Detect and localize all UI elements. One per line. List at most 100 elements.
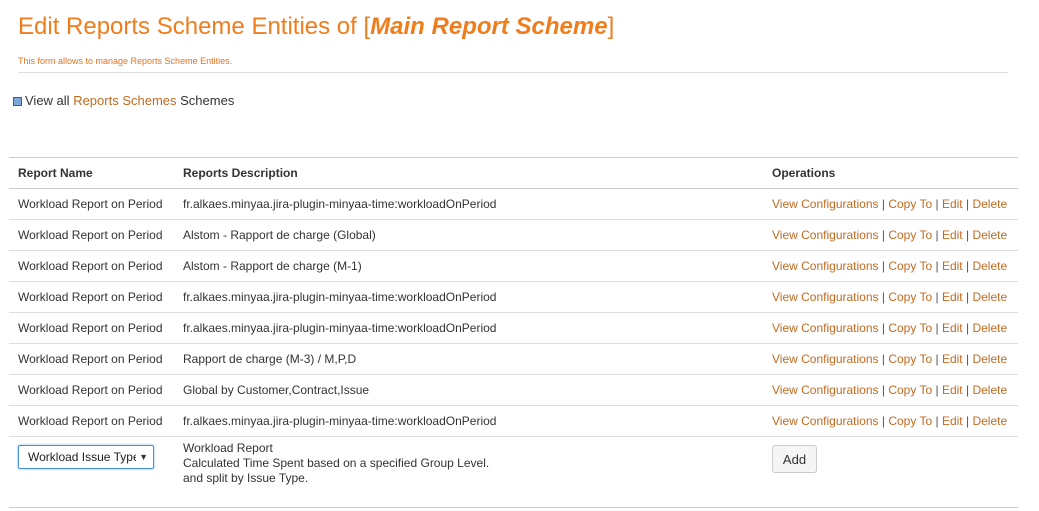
table-row: Workload Report on Period Alstom - Rappor…	[9, 219, 1018, 251]
report-description-cell: Alstom - Rapport de charge (Global)	[174, 219, 763, 251]
operation-separator: |	[881, 352, 885, 366]
operation-separator: |	[965, 290, 970, 304]
operations-cell: View Configurations | Copy To | Edit | D…	[763, 281, 1018, 313]
operations-cell: View Configurations | Copy To | Edit | D…	[763, 374, 1018, 406]
edit-link[interactable]: Edit	[942, 352, 963, 366]
page-title-suffix: ]	[607, 13, 615, 40]
delete-link[interactable]: Delete	[972, 352, 1007, 366]
report-name-cell: Workload Report on Period	[9, 219, 174, 251]
delete-link[interactable]: Delete	[972, 414, 1007, 428]
operation-separator: |	[965, 352, 970, 366]
copy-to-link[interactable]: Copy To	[888, 414, 932, 428]
copy-to-link[interactable]: Copy To	[888, 321, 932, 335]
operation-separator: |	[965, 197, 970, 211]
edit-link[interactable]: Edit	[942, 383, 963, 397]
operation-separator: |	[881, 228, 885, 242]
table-header-row: Report Name Reports Description Operatio…	[9, 157, 1018, 189]
view-all-prefix: View all	[25, 93, 70, 108]
operation-separator: |	[935, 414, 939, 428]
report-name-cell: Workload Report on Period	[9, 343, 174, 375]
operation-separator: |	[881, 259, 885, 273]
add-entity-row: Workload Issue Type ▼ Workload Report Ca…	[9, 436, 1018, 508]
view-configurations-link[interactable]: View Configurations	[772, 197, 879, 211]
copy-to-link[interactable]: Copy To	[888, 290, 932, 304]
operation-separator: |	[935, 290, 939, 304]
operation-separator: |	[881, 383, 885, 397]
view-configurations-link[interactable]: View Configurations	[772, 414, 879, 428]
operation-separator: |	[881, 414, 885, 428]
view-configurations-link[interactable]: View Configurations	[772, 259, 879, 273]
operation-separator: |	[965, 228, 970, 242]
table-row: Workload Report on Period fr.alkaes.minya…	[9, 312, 1018, 344]
delete-link[interactable]: Delete	[972, 290, 1007, 304]
operation-separator: |	[965, 259, 970, 273]
page-title: Edit Reports Scheme Entities of [Main Re…	[18, 11, 614, 43]
add-description-line: and split by Issue Type.	[183, 471, 309, 485]
view-configurations-link[interactable]: View Configurations	[772, 321, 879, 335]
table-row: Workload Report on Period fr.alkaes.minya…	[9, 405, 1018, 437]
report-description-cell: Rapport de charge (M-3) / M,P,D	[174, 343, 763, 375]
delete-link[interactable]: Delete	[972, 197, 1007, 211]
page-title-prefix: Edit Reports Scheme Entities of [	[18, 13, 371, 40]
view-configurations-link[interactable]: View Configurations	[772, 290, 879, 304]
operation-separator: |	[935, 321, 939, 335]
operation-separator: |	[935, 228, 939, 242]
view-all-schemes: View all Reports Schemes Schemes	[13, 93, 234, 108]
operations-cell: View Configurations | Copy To | Edit | D…	[763, 405, 1018, 437]
edit-link[interactable]: Edit	[942, 228, 963, 242]
table-row: Workload Report on Period fr.alkaes.minya…	[9, 188, 1018, 220]
operation-separator: |	[935, 259, 939, 273]
edit-link[interactable]: Edit	[942, 414, 963, 428]
page-description: This form allows to manage Reports Schem…	[18, 56, 233, 66]
view-all-suffix: Schemes	[180, 93, 235, 108]
copy-to-link[interactable]: Copy To	[888, 197, 932, 211]
report-description-cell: fr.alkaes.minyaa.jira-plugin-minyaa-time…	[174, 405, 763, 437]
operation-separator: |	[935, 352, 939, 366]
delete-link[interactable]: Delete	[972, 228, 1007, 242]
copy-to-link[interactable]: Copy To	[888, 352, 932, 366]
delete-link[interactable]: Delete	[972, 383, 1007, 397]
report-description-cell: Alstom - Rapport de charge (M-1)	[174, 250, 763, 282]
add-button[interactable]: Add	[772, 445, 817, 473]
view-configurations-link[interactable]: View Configurations	[772, 383, 879, 397]
scheme-name: Main Report Scheme	[370, 13, 608, 40]
view-configurations-link[interactable]: View Configurations	[772, 352, 879, 366]
edit-link[interactable]: Edit	[942, 290, 963, 304]
add-report-description: Workload Report Calculated Time Spent ba…	[174, 436, 763, 508]
copy-to-link[interactable]: Copy To	[888, 383, 932, 397]
view-configurations-link[interactable]: View Configurations	[772, 228, 879, 242]
header-divider	[18, 72, 1008, 73]
chevron-down-icon: ▼	[139, 452, 148, 462]
edit-link[interactable]: Edit	[942, 321, 963, 335]
copy-to-link[interactable]: Copy To	[888, 259, 932, 273]
copy-to-link[interactable]: Copy To	[888, 228, 932, 242]
delete-link[interactable]: Delete	[972, 259, 1007, 273]
operations-cell: View Configurations | Copy To | Edit | D…	[763, 219, 1018, 251]
report-name-cell: Workload Report on Period	[9, 374, 174, 406]
operation-separator: |	[881, 321, 885, 335]
report-description-cell: fr.alkaes.minyaa.jira-plugin-minyaa-time…	[174, 312, 763, 344]
operation-separator: |	[965, 414, 970, 428]
reports-schemes-link[interactable]: Reports Schemes	[73, 93, 176, 108]
report-description-cell: Global by Customer,Contract,Issue	[174, 374, 763, 406]
report-description-cell: fr.alkaes.minyaa.jira-plugin-minyaa-time…	[174, 281, 763, 313]
operation-separator: |	[965, 383, 970, 397]
edit-link[interactable]: Edit	[942, 197, 963, 211]
delete-link[interactable]: Delete	[972, 321, 1007, 335]
column-header-description: Reports Description	[174, 157, 763, 189]
operations-cell: View Configurations | Copy To | Edit | D…	[763, 343, 1018, 375]
table-row: Workload Report on Period fr.alkaes.minya…	[9, 281, 1018, 313]
operation-separator: |	[935, 383, 939, 397]
table-body: Workload Report on Period fr.alkaes.minya…	[9, 188, 1018, 508]
column-header-operations: Operations	[763, 157, 1018, 189]
report-name-cell: Workload Report on Period	[9, 250, 174, 282]
operation-separator: |	[881, 197, 885, 211]
report-name-cell: Workload Report on Period	[9, 188, 174, 220]
edit-link[interactable]: Edit	[942, 259, 963, 273]
report-type-select[interactable]: Workload Issue Type ▼	[18, 445, 154, 469]
column-header-report-name: Report Name	[9, 157, 174, 189]
add-report-select-cell: Workload Issue Type ▼	[9, 436, 174, 508]
add-button-cell: Add	[763, 436, 1018, 508]
table-row: Workload Report on Period Global by Custo…	[9, 374, 1018, 406]
table-row: Workload Report on Period Alstom - Rappor…	[9, 250, 1018, 282]
